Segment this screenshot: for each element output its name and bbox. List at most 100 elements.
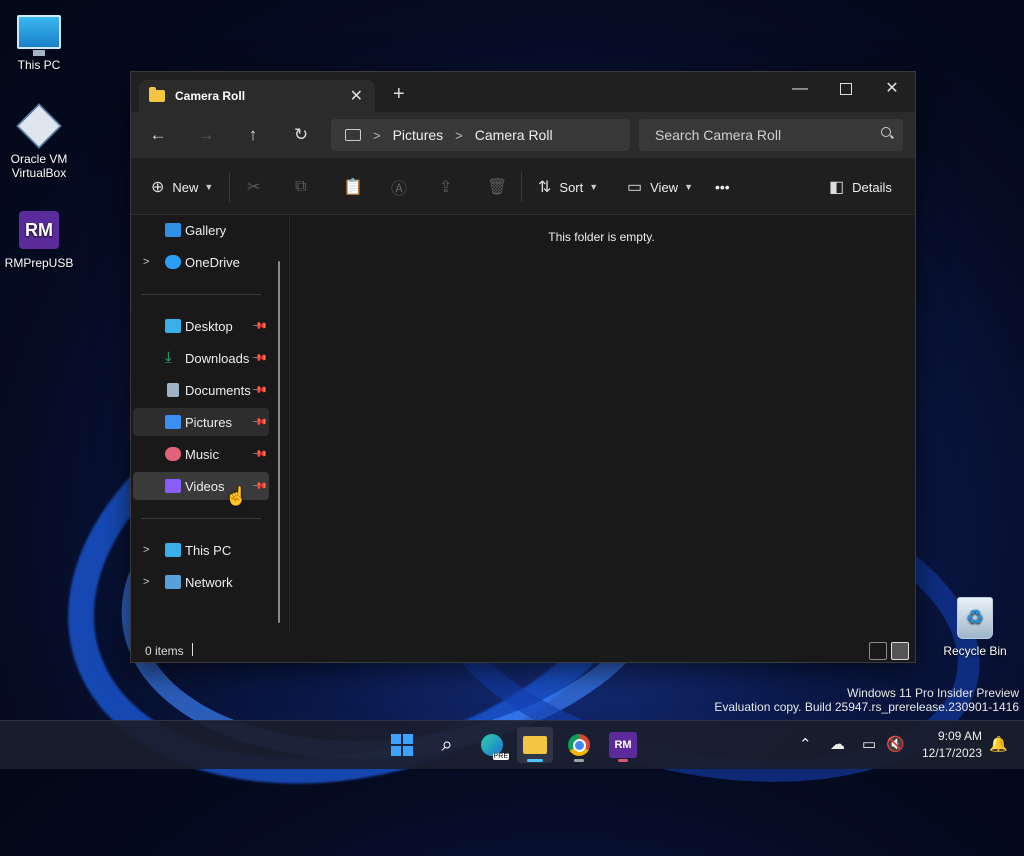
breadcrumb-camera-roll[interactable]: Camera Roll bbox=[475, 127, 553, 143]
hand-cursor-icon: ☝ bbox=[225, 486, 248, 506]
sort-icon: ⇅ bbox=[538, 179, 552, 196]
rename-button[interactable]: Ⓐ bbox=[391, 176, 407, 198]
pin-icon[interactable]: 📌 bbox=[250, 350, 267, 367]
back-button[interactable]: ← bbox=[144, 122, 172, 148]
delete-button[interactable]: 🗑 bbox=[487, 176, 507, 198]
clock-date: 12/17/2023 bbox=[921, 746, 982, 760]
status-bar: 0 items bbox=[131, 640, 915, 662]
toolbar-divider bbox=[229, 172, 230, 202]
clock[interactable]: 9:09 AM 12/17/2023 bbox=[922, 728, 982, 762]
chevron-right-icon[interactable]: > bbox=[373, 128, 381, 143]
sidebar-item-onedrive[interactable]: > OneDrive bbox=[133, 248, 269, 276]
sidebar-item-desktop[interactable]: Desktop 📌 bbox=[133, 312, 269, 340]
details-label: Details bbox=[852, 179, 892, 195]
desktop-icon-label: Recycle Bin bbox=[943, 644, 1007, 658]
chevron-right-icon[interactable]: > bbox=[143, 576, 149, 588]
file-explorer-taskbar-button[interactable] bbox=[517, 727, 553, 763]
pin-icon[interactable]: 📌 bbox=[250, 478, 267, 495]
sidebar-item-label: Desktop bbox=[185, 318, 233, 334]
search-input[interactable] bbox=[653, 126, 867, 144]
sidebar-item-label: Documents bbox=[185, 382, 251, 398]
more-options-button[interactable]: ••• bbox=[715, 176, 730, 198]
search-taskbar-button[interactable]: ⌕ bbox=[429, 727, 465, 763]
details-pane-button[interactable]: ◧ Details bbox=[829, 176, 892, 198]
view-button[interactable]: ▭ View ▼ bbox=[627, 176, 693, 198]
edge-taskbar-button[interactable]: PRE bbox=[474, 727, 510, 763]
desktop-icon-virtualbox[interactable]: Oracle VM VirtualBox bbox=[1, 103, 77, 180]
forward-button[interactable]: → bbox=[192, 122, 220, 148]
file-explorer-window: Camera Roll ✕ + — ✕ ← → ↑ ↻ > Pictures >… bbox=[130, 71, 916, 663]
network-icon[interactable]: ▭ bbox=[862, 735, 876, 753]
notification-bell-icon[interactable]: 🔔 bbox=[989, 735, 1008, 753]
refresh-button[interactable]: ↻ bbox=[287, 122, 315, 148]
search-icon[interactable] bbox=[881, 127, 891, 137]
sidebar-item-downloads[interactable]: ⤓ Downloads 📌 bbox=[133, 344, 269, 372]
sidebar-scrollbar[interactable] bbox=[278, 261, 280, 623]
computer-icon bbox=[17, 10, 61, 56]
search-icon: ⌕ bbox=[441, 733, 453, 756]
empty-folder-message: This folder is empty. bbox=[548, 230, 655, 244]
sidebar-item-gallery[interactable]: Gallery bbox=[133, 216, 269, 244]
chrome-taskbar-button[interactable] bbox=[561, 727, 597, 763]
computer-icon bbox=[345, 129, 361, 141]
chevron-right-icon[interactable]: > bbox=[143, 256, 149, 268]
sidebar-item-documents[interactable]: Documents 📌 bbox=[133, 376, 269, 404]
sort-label: Sort bbox=[559, 179, 584, 195]
document-icon bbox=[167, 383, 179, 397]
address-bar[interactable]: > Pictures > Camera Roll bbox=[331, 119, 630, 151]
rmprepusb-taskbar-button[interactable]: RM bbox=[605, 727, 641, 763]
onedrive-icon[interactable]: ☁ bbox=[830, 735, 845, 753]
pin-icon[interactable]: 📌 bbox=[250, 446, 267, 463]
chevron-down-icon: ▼ bbox=[589, 182, 599, 192]
desktop-icon-this-pc[interactable]: This PC bbox=[1, 10, 77, 72]
download-icon: ⤓ bbox=[165, 349, 172, 366]
taskbar: ⌕ PRE RM ⌃ ☁ ▭ 🔇 9:09 AM 12/17/2023 🔔 bbox=[0, 720, 1024, 769]
navigation-bar: ← → ↑ ↻ > Pictures > Camera Roll bbox=[131, 112, 915, 158]
tab-camera-roll[interactable]: Camera Roll ✕ bbox=[139, 80, 375, 112]
watermark-build: Evaluation copy. Build 25947.rs_prerelea… bbox=[714, 700, 1019, 714]
pictures-icon bbox=[165, 415, 181, 429]
chrome-icon bbox=[568, 734, 590, 756]
sidebar-item-pictures[interactable]: Pictures 📌 bbox=[133, 408, 269, 436]
copy-button[interactable]: ⧉ bbox=[295, 176, 306, 198]
paste-button[interactable]: 📋 bbox=[343, 176, 363, 198]
rmprepusb-icon: RM bbox=[609, 732, 637, 758]
sidebar-item-label: Videos bbox=[185, 478, 225, 494]
sidebar-item-videos[interactable]: Videos 📌 bbox=[133, 472, 269, 500]
scissors-icon: ✂ bbox=[247, 179, 261, 196]
start-button[interactable] bbox=[384, 727, 420, 763]
sort-button[interactable]: ⇅ Sort ▼ bbox=[538, 176, 598, 198]
details-pane-icon: ◧ bbox=[829, 179, 845, 196]
volume-muted-icon[interactable]: 🔇 bbox=[886, 735, 905, 753]
maximize-button[interactable] bbox=[823, 76, 869, 102]
copy-icon: ⧉ bbox=[295, 178, 307, 195]
desktop-icon-recycle-bin[interactable]: ♻ Recycle Bin bbox=[937, 596, 1013, 658]
sidebar-item-this-pc[interactable]: > This PC bbox=[133, 536, 269, 564]
file-list-area[interactable]: This folder is empty. bbox=[290, 214, 913, 632]
cut-button[interactable]: ✂ bbox=[247, 176, 260, 198]
search-box[interactable] bbox=[639, 119, 903, 151]
chevron-up-icon[interactable]: ⌃ bbox=[799, 735, 812, 753]
sidebar-divider bbox=[141, 518, 261, 519]
sidebar-item-network[interactable]: > Network bbox=[133, 568, 269, 596]
close-tab-icon[interactable]: ✕ bbox=[350, 86, 363, 106]
new-button[interactable]: ⊕ New ▼ bbox=[151, 176, 213, 198]
details-view-button[interactable] bbox=[869, 642, 887, 660]
trash-icon: 🗑 bbox=[487, 179, 508, 196]
chevron-right-icon[interactable]: > bbox=[455, 128, 463, 143]
new-tab-button[interactable]: + bbox=[393, 83, 405, 106]
close-window-button[interactable]: ✕ bbox=[869, 76, 915, 102]
minimize-button[interactable]: — bbox=[777, 76, 823, 102]
sidebar-item-music[interactable]: Music 📌 bbox=[133, 440, 269, 468]
up-button[interactable]: ↑ bbox=[239, 122, 267, 148]
desktop-icon-rmprepusb[interactable]: RM RMPrepUSB bbox=[1, 208, 77, 270]
large-icons-view-button[interactable] bbox=[891, 642, 909, 660]
breadcrumb-pictures[interactable]: Pictures bbox=[393, 127, 444, 143]
pin-icon[interactable]: 📌 bbox=[250, 414, 267, 431]
view-label: View bbox=[650, 179, 679, 195]
pin-icon[interactable]: 📌 bbox=[250, 382, 267, 399]
chevron-right-icon[interactable]: > bbox=[143, 544, 149, 556]
network-icon bbox=[165, 575, 181, 589]
share-button[interactable]: ⇪ bbox=[439, 176, 452, 198]
pin-icon[interactable]: 📌 bbox=[250, 318, 267, 335]
